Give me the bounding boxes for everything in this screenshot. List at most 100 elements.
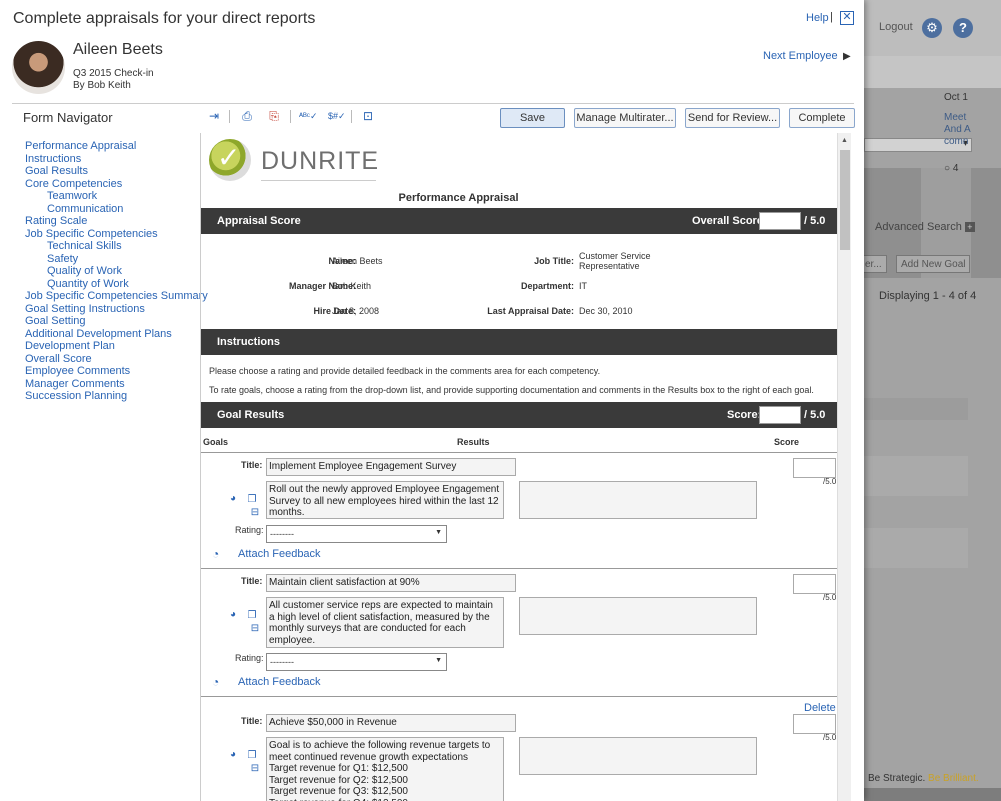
overall-score-input[interactable] [759, 212, 801, 230]
navigator-item[interactable]: Quality of Work [25, 265, 200, 278]
goal-score-field[interactable] [793, 714, 836, 734]
navigator-item[interactable]: Core Competencies [25, 178, 200, 191]
export-icon[interactable]: ⊡ [360, 108, 376, 124]
save-button[interactable]: Save [500, 108, 565, 128]
goal-score-field[interactable] [793, 458, 836, 478]
job-title-label: Job Title: [534, 256, 574, 266]
help-icon[interactable]: ? [953, 18, 973, 38]
navigator-item[interactable]: Safety [25, 253, 200, 266]
goal-title-field[interactable]: Implement Employee Engagement Survey [266, 458, 516, 476]
attach-feedback-link[interactable]: Attach Feedback [238, 676, 321, 688]
navigator-item[interactable]: Performance Appraisal [25, 140, 200, 153]
form-navigator: Performance Appraisal Instructions Goal Re… [25, 140, 208, 403]
goal-title-label: Title: [241, 460, 263, 470]
overall-score-label: Overall Score: [692, 215, 767, 227]
background-buttons: er... Add New Goal [860, 255, 1001, 275]
goal-copy-icon[interactable]: ❐ [246, 494, 258, 506]
goal-globe-icon[interactable]: ◕ [227, 749, 239, 761]
navigator-item[interactable]: Manager Comments [25, 378, 200, 391]
navigator-item[interactable]: Teamwork [25, 190, 200, 203]
goal-title-label: Title: [241, 716, 263, 726]
goal-results-field[interactable] [519, 481, 757, 519]
next-arrow-icon[interactable]: ▶ [843, 51, 851, 62]
goal-description-field[interactable]: Goal is to achieve the following revenue… [266, 737, 504, 801]
add-new-goal-button[interactable]: Add New Goal [896, 255, 971, 273]
advanced-search-link[interactable]: Advanced Search + [875, 221, 975, 233]
tagline-a: Be Strategic. [868, 773, 926, 784]
navigator-item[interactable]: Rating Scale [25, 215, 200, 228]
goal-score-input[interactable] [759, 406, 801, 424]
logo-underline [261, 180, 376, 181]
goal-description-field[interactable]: Roll out the newly approved Employee Eng… [266, 481, 504, 519]
goal-copy-icon[interactable]: ❐ [246, 610, 258, 622]
section-label: Instructions [217, 336, 280, 348]
navigator-item[interactable]: Job Specific Competencies Summary [25, 290, 208, 303]
goal-score-field[interactable] [793, 574, 836, 594]
navigator-item[interactable]: Additional Development Plans [25, 328, 200, 341]
background-radio[interactable]: ○ 4 [944, 163, 958, 174]
goal-title-field[interactable]: Maintain client satisfaction at 90% [266, 574, 516, 592]
complete-button[interactable]: Complete [789, 108, 855, 128]
goal-copy-icon[interactable]: ❐ [246, 750, 258, 762]
goal-globe-icon[interactable]: ◕ [227, 609, 239, 621]
form-scrollbar[interactable]: ▲ [837, 133, 851, 801]
appraisal-score-bar: Appraisal Score Overall Score: / 5.0 [201, 208, 838, 234]
goal-remove-icon[interactable]: ⊟ [249, 623, 261, 635]
manage-multirater-button[interactable]: Manage Multirater... [574, 108, 676, 128]
close-icon[interactable]: ✕ [840, 11, 854, 25]
navigator-item[interactable]: Goal Setting [25, 315, 200, 328]
goal-results-field[interactable] [519, 597, 757, 635]
help-link[interactable]: Help [806, 12, 829, 24]
section-label: Appraisal Score [217, 215, 301, 227]
navigator-item[interactable]: Succession Planning [25, 390, 200, 403]
print-icon[interactable]: ⎙ [239, 108, 255, 124]
attach-feedback-link[interactable]: Attach Feedback [238, 548, 321, 560]
last-appraisal-label: Last Appraisal Date: [487, 306, 574, 316]
job-title-value: Customer Service Representative [579, 251, 651, 271]
rating-select[interactable]: -------- [266, 525, 447, 543]
goal-remove-icon[interactable]: ⊟ [249, 507, 261, 519]
goal-divider [201, 696, 838, 697]
feedback-icon[interactable]: ◔ [212, 547, 228, 561]
navigator-item[interactable]: Goal Results [25, 165, 200, 178]
results-column-header: Results [457, 437, 490, 447]
goal-results-field[interactable] [519, 737, 757, 775]
background-partial-button[interactable]: er... [860, 255, 887, 273]
navigator-item[interactable]: Communication [25, 203, 200, 216]
goal-remove-icon[interactable]: ⊟ [249, 763, 261, 775]
gear-icon[interactable]: ⚙ [922, 18, 942, 38]
logo-text: DUNRITE [261, 147, 380, 175]
background-date: Oct 1 [944, 92, 968, 103]
navigator-item[interactable]: Job Specific Competencies [25, 228, 200, 241]
goal-title-field[interactable]: Achieve $50,000 in Revenue [266, 714, 516, 732]
feedback-icon[interactable]: ◔ [212, 675, 228, 689]
scrollbar-thumb[interactable] [840, 150, 850, 250]
legal-scan-icon[interactable]: $#✓ [328, 108, 346, 124]
background-meet-link[interactable]: Meet And A comn [944, 112, 971, 148]
next-employee-link[interactable]: Next Employee [763, 50, 838, 62]
send-for-review-button[interactable]: Send for Review... [685, 108, 780, 128]
rating-label: Rating: [235, 653, 264, 663]
spellcheck-icon[interactable]: ᴬᴮᶜ✓ [299, 108, 318, 124]
navigator-toggle-icon[interactable]: ⇥ [206, 108, 222, 124]
employee-name: Aileen Beets [73, 41, 163, 58]
logout-link[interactable]: Logout [879, 21, 913, 33]
navigator-item[interactable]: Employee Comments [25, 365, 200, 378]
goal-score-scale: /5.0 [823, 477, 837, 486]
goal-globe-icon[interactable]: ◕ [227, 493, 239, 505]
navigator-item[interactable]: Goal Setting Instructions [25, 303, 200, 316]
goal-description-field[interactable]: All customer service reps are expected t… [266, 597, 504, 648]
navigator-item[interactable]: Overall Score [25, 353, 200, 366]
navigator-item[interactable]: Quantity of Work [25, 278, 200, 291]
plus-icon: + [964, 222, 975, 232]
rating-label: Rating: [235, 525, 264, 535]
navigator-item[interactable]: Development Plan [25, 340, 200, 353]
rating-select[interactable]: -------- [266, 653, 447, 671]
navigator-item[interactable]: Instructions [25, 153, 200, 166]
department-label: Department: [520, 281, 574, 291]
navigator-item[interactable]: Technical Skills [25, 240, 200, 253]
pdf-icon[interactable]: ⎘ [266, 108, 282, 124]
scroll-up-icon[interactable]: ▲ [841, 137, 848, 144]
toolbar-separator [229, 110, 230, 123]
delete-goal-link[interactable]: Delete [804, 702, 836, 714]
